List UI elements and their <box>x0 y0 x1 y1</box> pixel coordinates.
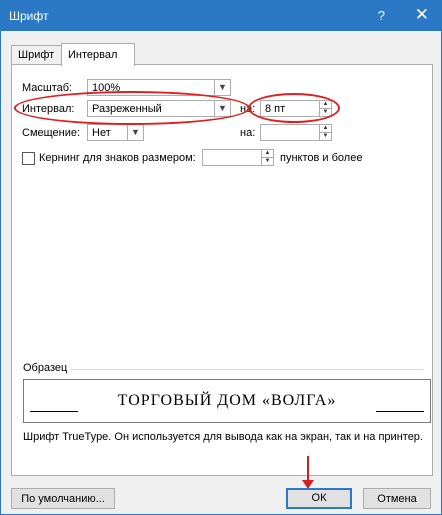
kerning-checkbox[interactable] <box>22 152 35 165</box>
chevron-down-icon[interactable]: ▼ <box>214 80 230 95</box>
window-title: Шрифт <box>9 9 49 23</box>
spinner-buttons: ▲ ▼ <box>261 150 273 165</box>
spinner-buttons: ▲ ▼ <box>319 101 331 116</box>
scale-combo[interactable]: 100% ▼ <box>87 79 231 96</box>
kerning-suffix: пунктов и более <box>280 152 363 164</box>
font-info-text: Шрифт TrueType. Он используется для выво… <box>23 431 423 443</box>
spin-down-icon[interactable]: ▼ <box>262 158 273 165</box>
scale-value: 100% <box>92 82 121 94</box>
spin-up-icon[interactable]: ▲ <box>320 101 331 109</box>
spinner-buttons: ▲ ▼ <box>319 125 331 140</box>
tab-spacing[interactable]: Интервал <box>61 43 135 66</box>
help-button[interactable]: ? <box>378 8 385 23</box>
tab-font-label: Шрифт <box>18 49 55 61</box>
position-label: Смещение: <box>22 127 81 139</box>
spacing-by-spinner[interactable]: 8 пт ▲ ▼ <box>260 100 332 117</box>
tab-font[interactable]: Шрифт <box>11 45 63 65</box>
annotation-arrow-line <box>307 456 309 482</box>
scale-label: Масштаб: <box>22 82 73 94</box>
position-combo[interactable]: Нет ▼ <box>87 124 144 141</box>
position-by-spinner[interactable]: ▲ ▼ <box>260 124 332 141</box>
preview-sample: ТОРГОВЫЙ ДОМ «ВОЛГА» <box>117 392 337 409</box>
chevron-down-icon[interactable]: ▼ <box>214 101 230 116</box>
kerning-spinner[interactable]: ▲ ▼ <box>202 149 274 166</box>
close-button[interactable]: ✕ <box>415 5 429 25</box>
position-value: Нет <box>92 127 111 139</box>
spin-down-icon[interactable]: ▼ <box>320 109 331 116</box>
font-dialog: Шрифт ? ✕ Шрифт Интервал Масштаб: 100% ▼… <box>0 0 442 515</box>
spacing-combo[interactable]: Разреженный ▼ <box>87 100 231 117</box>
preview-label: Образец <box>23 362 68 374</box>
preview-divider <box>71 369 423 370</box>
spin-down-icon[interactable]: ▼ <box>320 133 331 140</box>
chevron-down-icon[interactable]: ▼ <box>127 125 143 140</box>
spacing-value: Разреженный <box>92 103 162 115</box>
kerning-label: Кернинг для знаков размером: <box>39 152 196 164</box>
spacing-by-label: на: <box>240 103 256 115</box>
spin-up-icon[interactable]: ▲ <box>262 150 273 158</box>
position-by-label: на: <box>240 127 256 139</box>
preview-underline-right <box>376 411 424 412</box>
ok-button[interactable]: ОК <box>286 488 352 509</box>
preview-underline-left <box>30 411 78 412</box>
spin-up-icon[interactable]: ▲ <box>320 125 331 133</box>
default-button[interactable]: По умолчанию... <box>11 488 115 509</box>
spacing-label: Интервал: <box>22 103 75 115</box>
cancel-button[interactable]: Отмена <box>363 488 431 509</box>
preview-box: ТОРГОВЫЙ ДОМ «ВОЛГА» <box>23 379 431 423</box>
spacing-by-value: 8 пт <box>265 103 286 115</box>
title-bar: Шрифт ? ✕ <box>1 1 441 31</box>
tab-spacing-label: Интервал <box>68 49 118 61</box>
